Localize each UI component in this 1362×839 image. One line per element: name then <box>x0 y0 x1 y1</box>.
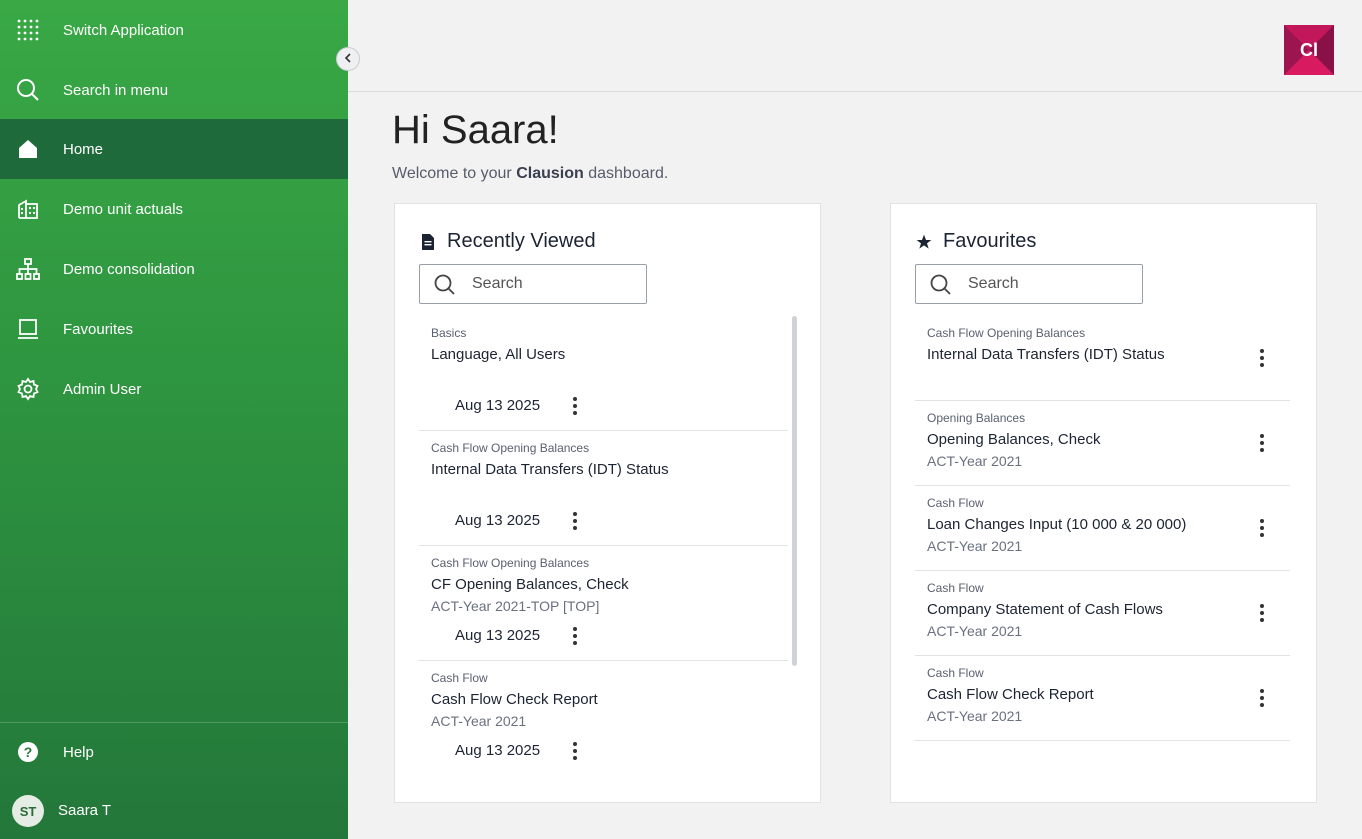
help-label: Help <box>63 743 94 761</box>
more-options-icon[interactable] <box>565 509 585 533</box>
nav-label: Demo unit actuals <box>63 200 184 218</box>
item-category: Cash Flow Opening Balances <box>927 326 1086 340</box>
nav-label: Search in menu <box>63 81 169 99</box>
search-icon <box>16 78 40 102</box>
more-options-icon[interactable] <box>565 739 585 763</box>
nav-label: Favourites <box>63 320 134 338</box>
item-category: Opening Balances <box>927 411 1026 425</box>
nav-label: Home <box>63 140 104 158</box>
logo-text: Cl <box>1300 39 1318 60</box>
welcome-text: Welcome to your Clausion dashboard. <box>392 165 668 183</box>
item-title[interactable]: Cash Flow Check Report <box>927 686 1094 703</box>
welcome-prefix: Welcome to your <box>392 165 512 182</box>
card-title: Recently Viewed <box>419 230 596 253</box>
sidebar-item-admin-user[interactable]: Admin User <box>0 359 348 419</box>
list-item[interactable]: Opening Balances Opening Balances, Check… <box>915 401 1290 486</box>
hierarchy-icon <box>16 257 40 281</box>
item-title[interactable]: Opening Balances, Check <box>927 431 1100 448</box>
star-icon <box>915 233 933 251</box>
item-category: Cash Flow Opening Balances <box>431 556 590 570</box>
item-title[interactable]: Language, All Users <box>431 346 565 363</box>
item-category: Cash Flow <box>927 496 984 510</box>
page-title: Hi Saara! <box>392 108 559 152</box>
item-title[interactable]: CF Opening Balances, Check <box>431 576 629 593</box>
user-name[interactable]: Saara T <box>58 802 111 819</box>
sidebar-item-help[interactable]: ? Help <box>0 722 348 782</box>
search-icon <box>434 274 456 301</box>
item-category: Cash Flow <box>927 666 984 680</box>
home-icon <box>16 137 40 161</box>
item-title[interactable]: Internal Data Transfers (IDT) Status <box>431 461 669 478</box>
recently-viewed-card: Recently Viewed Basics Language, All Use… <box>394 203 821 803</box>
list-item[interactable]: Cash Flow Company Statement of Cash Flow… <box>915 571 1290 656</box>
item-title[interactable]: Cash Flow Check Report <box>431 691 598 708</box>
item-subtitle: ACT-Year 2021 <box>927 453 1023 469</box>
more-options-icon[interactable] <box>565 394 585 418</box>
app-logo[interactable]: Cl <box>1284 25 1334 75</box>
top-header <box>348 0 1362 92</box>
grid-icon <box>16 18 40 42</box>
welcome-suffix: dashboard. <box>588 165 669 182</box>
more-options-icon[interactable] <box>1252 431 1272 455</box>
recently-viewed-search[interactable] <box>419 264 647 304</box>
item-category: Cash Flow <box>431 671 488 685</box>
list-item[interactable]: Basics Language, All Users Aug 13 2025 <box>419 316 788 431</box>
item-title[interactable]: Company Statement of Cash Flows <box>927 601 1163 618</box>
search-icon <box>930 274 952 301</box>
more-options-icon[interactable] <box>565 624 585 648</box>
scrollbar[interactable] <box>792 316 797 666</box>
item-date: Aug 13 2025 <box>455 742 541 759</box>
sidebar-item-favourites[interactable]: Favourites <box>0 299 348 359</box>
item-date: Aug 13 2025 <box>455 512 541 529</box>
switch-application-item[interactable]: Switch Application <box>0 0 348 60</box>
item-title[interactable]: Internal Data Transfers (IDT) Status <box>927 346 1165 363</box>
item-title[interactable]: Loan Changes Input (10 000 & 20 000) <box>927 516 1186 533</box>
chevron-left-icon <box>343 50 353 68</box>
search-input[interactable] <box>968 265 1138 303</box>
list-item[interactable]: Cash Flow Opening Balances CF Opening Ba… <box>419 546 788 661</box>
more-options-icon[interactable] <box>1252 686 1272 710</box>
more-options-icon[interactable] <box>1252 516 1272 540</box>
brand-name: Clausion <box>516 165 584 182</box>
nav-label: Admin User <box>63 380 142 398</box>
item-date: Aug 13 2025 <box>455 627 541 644</box>
list-item[interactable]: Cash Flow Opening Balances Internal Data… <box>419 431 788 546</box>
list-item[interactable]: Cash Flow Cash Flow Check Report ACT-Yea… <box>915 656 1290 741</box>
help-icon: ? <box>16 740 40 764</box>
list-item[interactable]: Cash Flow Cash Flow Check Report ACT-Yea… <box>419 661 788 776</box>
item-category: Cash Flow Opening Balances <box>431 441 590 455</box>
more-options-icon[interactable] <box>1252 601 1272 625</box>
favourites-search[interactable] <box>915 264 1143 304</box>
sidebar: Switch Application Search in menu Home D… <box>0 0 348 839</box>
recently-viewed-title: Recently Viewed <box>447 230 596 252</box>
building-icon <box>16 197 40 221</box>
more-options-icon[interactable] <box>1252 346 1272 370</box>
nav-label: Switch Application <box>63 21 184 39</box>
collapse-sidebar-button[interactable] <box>336 47 360 71</box>
search-in-menu-item[interactable]: Search in menu <box>0 60 348 120</box>
document-icon <box>419 233 437 251</box>
nav-label: Demo consolidation <box>63 260 195 278</box>
item-subtitle: ACT-Year 2021-TOP [TOP] <box>431 598 600 614</box>
item-category: Basics <box>431 326 467 340</box>
item-subtitle: ACT-Year 2021 <box>927 708 1023 724</box>
sidebar-item-demo-consolidation[interactable]: Demo consolidation <box>0 239 348 299</box>
search-input[interactable] <box>472 265 642 303</box>
item-category: Cash Flow <box>927 581 984 595</box>
list-item[interactable]: Cash Flow Opening Balances Internal Data… <box>915 316 1290 401</box>
item-subtitle: ACT-Year 2021 <box>927 538 1023 554</box>
item-date: Aug 13 2025 <box>455 397 541 414</box>
sidebar-item-demo-unit-actuals[interactable]: Demo unit actuals <box>0 179 348 239</box>
favourites-title: Favourites <box>943 230 1037 252</box>
list-item[interactable]: Cash Flow Loan Changes Input (10 000 & 2… <box>915 486 1290 571</box>
item-subtitle: ACT-Year 2021 <box>927 623 1023 639</box>
avatar[interactable]: ST <box>12 795 44 827</box>
card-title: Favourites <box>915 230 1036 253</box>
sidebar-item-home[interactable]: Home <box>0 119 348 179</box>
favourites-card: Favourites Cash Flow Opening Balances In… <box>890 203 1317 803</box>
gear-icon <box>16 377 40 401</box>
laptop-icon <box>16 317 40 341</box>
item-subtitle: ACT-Year 2021 <box>431 713 527 729</box>
svg-text:?: ? <box>24 744 33 760</box>
